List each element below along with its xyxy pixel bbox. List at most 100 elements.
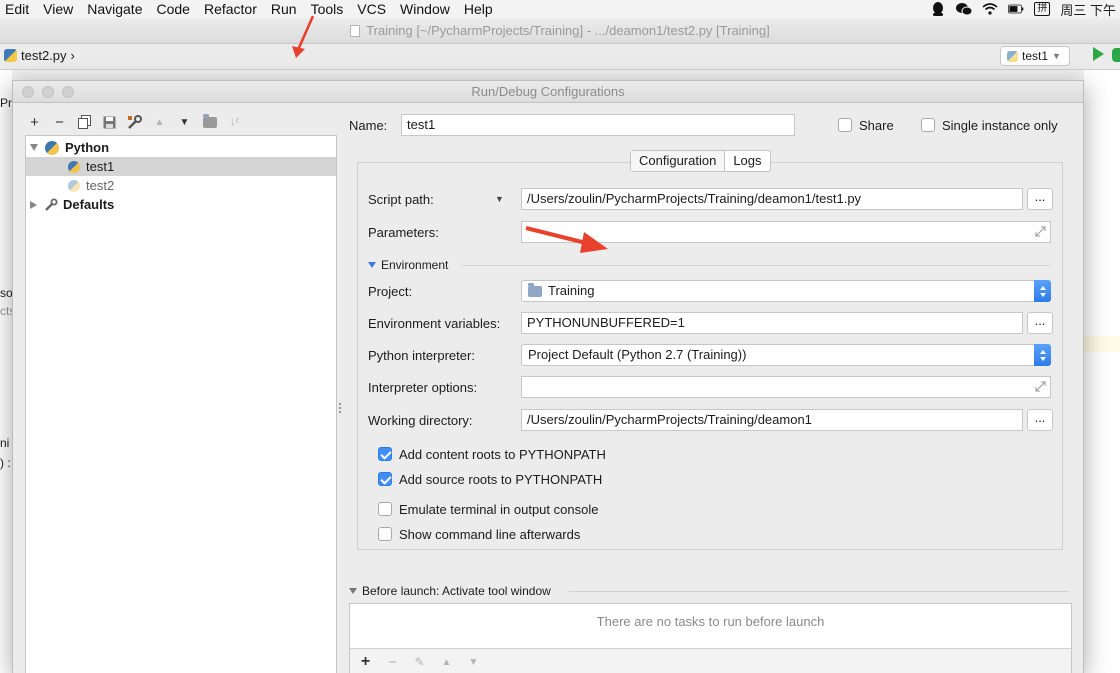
tree-item-test1[interactable]: test1 bbox=[26, 157, 336, 176]
parameters-input[interactable] bbox=[521, 221, 1051, 243]
run-icon[interactable] bbox=[1093, 47, 1104, 61]
menu-navigate[interactable]: Navigate bbox=[80, 1, 149, 17]
tree-group-python[interactable]: Python bbox=[30, 138, 109, 157]
add-source-roots-label: Add source roots to PYTHONPATH bbox=[399, 472, 603, 487]
project-label: Project: bbox=[368, 284, 413, 299]
tab-configuration[interactable]: Configuration bbox=[631, 151, 726, 171]
edit-task-icon[interactable]: ✎ bbox=[411, 654, 428, 671]
python-icon bbox=[45, 140, 59, 155]
browse-workdir-button[interactable]: ... bbox=[1027, 409, 1053, 431]
section-divider bbox=[569, 591, 1069, 592]
ide-window-title: Training [~/PycharmProjects/Training] - … bbox=[0, 18, 1120, 44]
move-down-icon[interactable]: ▼ bbox=[176, 114, 193, 131]
document-icon bbox=[350, 25, 361, 37]
move-task-up-icon[interactable]: ▲ bbox=[438, 654, 455, 671]
tree-item-label: test1 bbox=[86, 159, 115, 174]
editor-edge bbox=[1084, 70, 1120, 673]
select-arrows-icon bbox=[1034, 280, 1051, 302]
debug-icon[interactable] bbox=[1112, 48, 1120, 62]
show-cmdline-checkbox[interactable] bbox=[378, 527, 392, 541]
splitter-handle[interactable] bbox=[337, 403, 343, 417]
tree-group-label: Python bbox=[65, 140, 110, 155]
move-up-icon[interactable]: ▲ bbox=[151, 114, 168, 131]
environment-section-header[interactable]: Environment bbox=[368, 258, 448, 272]
ide-title-text: Training [~/PycharmProjects/Training] - … bbox=[366, 23, 770, 38]
project-value: Training bbox=[548, 283, 595, 298]
python-icon bbox=[68, 179, 80, 192]
gutter-text: ni bbox=[0, 436, 10, 450]
menu-refactor[interactable]: Refactor bbox=[197, 1, 264, 17]
emulate-terminal-checkbox[interactable] bbox=[378, 502, 392, 516]
input-method-icon[interactable]: 拼 bbox=[1034, 2, 1051, 16]
section-divider bbox=[461, 265, 1051, 266]
add-source-roots-checkbox[interactable] bbox=[378, 472, 392, 486]
section-expand-icon bbox=[368, 262, 376, 268]
remove-task-icon[interactable]: − bbox=[384, 654, 401, 671]
before-launch-title: Before launch: Activate tool window bbox=[362, 584, 551, 598]
menu-help[interactable]: Help bbox=[457, 1, 500, 17]
tree-group-defaults[interactable]: Defaults bbox=[30, 195, 114, 214]
close-button[interactable] bbox=[22, 86, 34, 98]
expand-arrow-icon[interactable] bbox=[30, 144, 38, 151]
minimize-button[interactable] bbox=[42, 86, 54, 98]
name-input[interactable]: test1 bbox=[401, 114, 795, 136]
window-controls bbox=[22, 86, 74, 98]
add-icon[interactable]: + bbox=[26, 114, 43, 131]
config-tree-toolbar: + − ▲ ▼ ↓ᶻ bbox=[26, 111, 243, 133]
name-label: Name: bbox=[349, 118, 388, 133]
expand-icon[interactable] bbox=[1035, 381, 1046, 392]
expand-icon[interactable] bbox=[1035, 226, 1046, 237]
browse-script-button[interactable]: ... bbox=[1027, 188, 1053, 210]
run-debug-dialog: Run/Debug Configurations + − ▲ ▼ ↓ᶻ Pyth… bbox=[12, 80, 1084, 673]
tab-logs[interactable]: Logs bbox=[725, 151, 769, 171]
config-tabs: Configuration Logs bbox=[630, 150, 771, 172]
clock-text[interactable]: 周三 下午 bbox=[1060, 0, 1116, 19]
interp-options-input[interactable] bbox=[521, 376, 1051, 398]
parameters-label: Parameters: bbox=[368, 225, 439, 240]
add-task-icon[interactable]: + bbox=[357, 653, 374, 671]
remove-icon[interactable]: − bbox=[51, 114, 68, 131]
single-instance-checkbox[interactable] bbox=[921, 118, 935, 132]
share-checkbox[interactable] bbox=[838, 118, 852, 132]
menu-vcs[interactable]: VCS bbox=[350, 1, 393, 17]
edit-env-vars-button[interactable]: ... bbox=[1027, 312, 1053, 334]
menu-edit[interactable]: Edit bbox=[0, 1, 36, 17]
breadcrumb[interactable]: test2.py › bbox=[4, 48, 75, 63]
battery-icon[interactable] bbox=[1008, 2, 1024, 16]
python-file-icon bbox=[4, 49, 17, 62]
wifi-icon[interactable] bbox=[982, 2, 998, 16]
script-path-input[interactable]: /Users/zoulin/PycharmProjects/Training/d… bbox=[521, 188, 1023, 210]
menu-run[interactable]: Run bbox=[264, 1, 304, 17]
sort-icon[interactable]: ↓ᶻ bbox=[226, 114, 243, 131]
collapse-arrow-icon[interactable] bbox=[30, 200, 37, 209]
add-content-roots-checkbox[interactable] bbox=[378, 447, 392, 461]
before-launch-empty-text: There are no tasks to run before launch bbox=[596, 614, 825, 629]
environment-section-label: Environment bbox=[381, 258, 449, 272]
project-folder-icon bbox=[528, 282, 542, 297]
menu-code[interactable]: Code bbox=[149, 1, 196, 17]
menu-view[interactable]: View bbox=[36, 1, 80, 17]
script-type-dropdown-icon[interactable]: ▼ bbox=[495, 194, 504, 204]
menu-tools[interactable]: Tools bbox=[304, 1, 351, 17]
project-select[interactable]: Training bbox=[521, 280, 1051, 302]
save-icon[interactable] bbox=[101, 114, 118, 131]
env-vars-input[interactable]: PYTHONUNBUFFERED=1 bbox=[521, 312, 1023, 334]
folder-icon[interactable] bbox=[201, 113, 218, 131]
tree-item-test2[interactable]: test2 bbox=[68, 176, 114, 195]
qq-icon[interactable] bbox=[930, 2, 946, 16]
breadcrumb-file[interactable]: test2.py bbox=[21, 48, 67, 63]
before-launch-toolbar: + − ✎ ▲ ▼ bbox=[350, 648, 1071, 673]
copy-icon[interactable] bbox=[76, 114, 93, 131]
run-config-selector[interactable]: test1 ▼ bbox=[1000, 46, 1070, 66]
workdir-input[interactable]: /Users/zoulin/PycharmProjects/Training/d… bbox=[521, 409, 1023, 431]
zoom-button[interactable] bbox=[62, 86, 74, 98]
wechat-icon[interactable] bbox=[956, 2, 973, 16]
menu-window[interactable]: Window bbox=[393, 1, 457, 17]
before-launch-header[interactable]: Before launch: Activate tool window bbox=[349, 584, 551, 598]
move-task-down-icon[interactable]: ▼ bbox=[465, 654, 482, 671]
interpreter-select[interactable]: Project Default (Python 2.7 (Training)) bbox=[521, 344, 1051, 366]
edit-defaults-icon[interactable] bbox=[126, 114, 143, 131]
tree-item-label: test2 bbox=[86, 178, 115, 193]
emulate-terminal-label: Emulate terminal in output console bbox=[399, 502, 599, 517]
ide-navbar: test2.py › test1 ▼ bbox=[0, 44, 1120, 70]
